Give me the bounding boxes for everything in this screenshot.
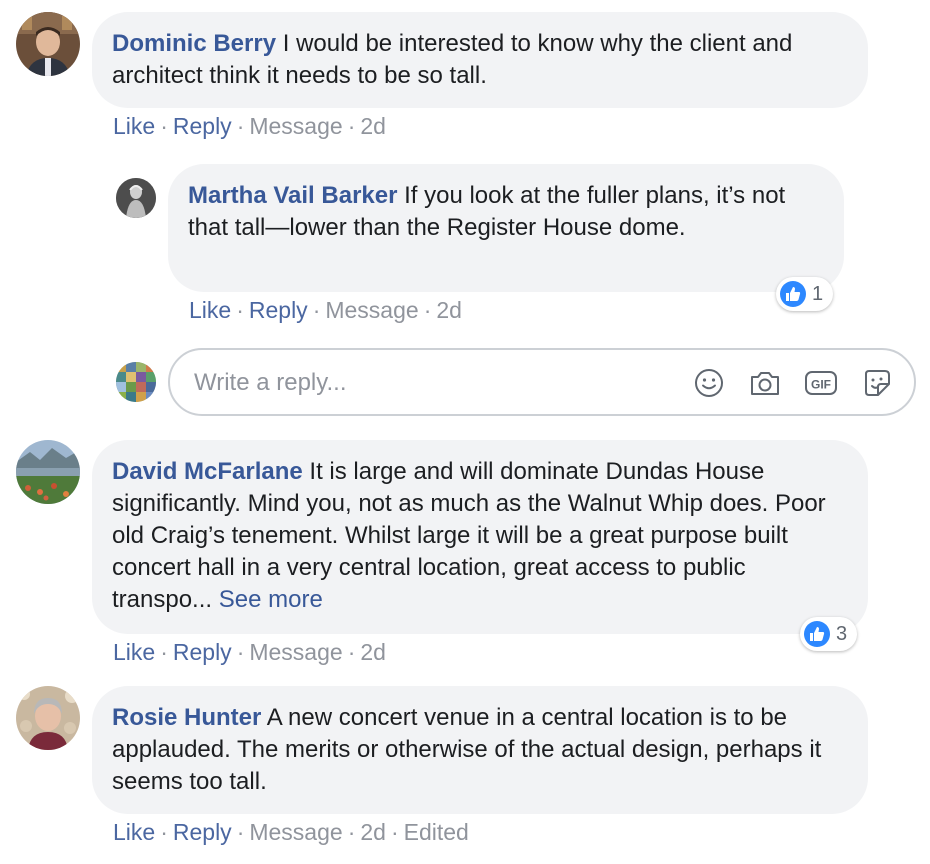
comment-author[interactable]: Dominic Berry	[112, 30, 276, 57]
see-more-link[interactable]: See more	[219, 586, 323, 613]
comment-author[interactable]: David McFarlane	[112, 458, 303, 485]
comment-timestamp[interactable]: 2d	[360, 639, 386, 665]
comment-bubble-rosie-hunter: Rosie Hunter A new concert venue in a ce…	[92, 686, 868, 814]
comment-actions: Like · Reply · Message · 2d	[189, 297, 462, 323]
comment-actions: Like · Reply · Message · 2d · Edited	[113, 819, 469, 845]
comment-timestamp[interactable]: 2d	[360, 819, 386, 845]
reaction-count: 1	[812, 282, 824, 305]
comment-timestamp[interactable]: 2d	[436, 297, 462, 323]
avatar-dominic-berry[interactable]	[16, 12, 80, 76]
reply-link[interactable]: Reply	[173, 819, 232, 845]
like-link[interactable]: Like	[113, 639, 155, 665]
message-link[interactable]: Message	[249, 819, 342, 845]
avatar-martha-vail-barker[interactable]	[116, 178, 156, 218]
sticker-icon[interactable]	[860, 366, 894, 400]
reaction-summary[interactable]: 3	[800, 617, 858, 651]
avatar-david-mcfarlane[interactable]	[16, 440, 80, 504]
reaction-count: 3	[836, 622, 848, 645]
avatar-current-user[interactable]	[116, 362, 156, 402]
camera-icon[interactable]	[748, 366, 782, 400]
like-icon	[780, 281, 806, 307]
emoji-icon[interactable]	[692, 366, 726, 400]
like-link[interactable]: Like	[189, 297, 231, 323]
like-icon	[804, 621, 830, 647]
avatar-rosie-hunter[interactable]	[16, 686, 80, 750]
message-link[interactable]: Message	[249, 113, 342, 139]
gif-icon[interactable]: GIF	[804, 366, 838, 400]
gif-label: GIF	[811, 378, 831, 392]
comment-bubble-dominic-berry: Dominic Berry I would be interested to k…	[92, 12, 868, 108]
comment-bubble-martha-vail-barker: Martha Vail Barker If you look at the fu…	[168, 164, 844, 292]
comment-timestamp[interactable]: 2d	[360, 113, 386, 139]
comment-actions: Like · Reply · Message · 2d	[113, 639, 386, 665]
edited-label[interactable]: Edited	[404, 819, 469, 845]
reply-input[interactable]	[192, 364, 676, 402]
reply-link[interactable]: Reply	[173, 113, 232, 139]
message-link[interactable]: Message	[325, 297, 418, 323]
reply-link[interactable]: Reply	[173, 639, 232, 665]
like-link[interactable]: Like	[113, 113, 155, 139]
reaction-summary[interactable]: 1	[776, 277, 834, 311]
reply-link[interactable]: Reply	[249, 297, 308, 323]
comment-author[interactable]: Rosie Hunter	[112, 704, 261, 731]
reply-composer[interactable]: GIF	[168, 348, 916, 416]
comment-author[interactable]: Martha Vail Barker	[188, 182, 397, 209]
message-link[interactable]: Message	[249, 639, 342, 665]
comment-bubble-david-mcfarlane: David McFarlane It is large and will dom…	[92, 440, 868, 634]
like-link[interactable]: Like	[113, 819, 155, 845]
comment-actions: Like · Reply · Message · 2d	[113, 113, 386, 139]
